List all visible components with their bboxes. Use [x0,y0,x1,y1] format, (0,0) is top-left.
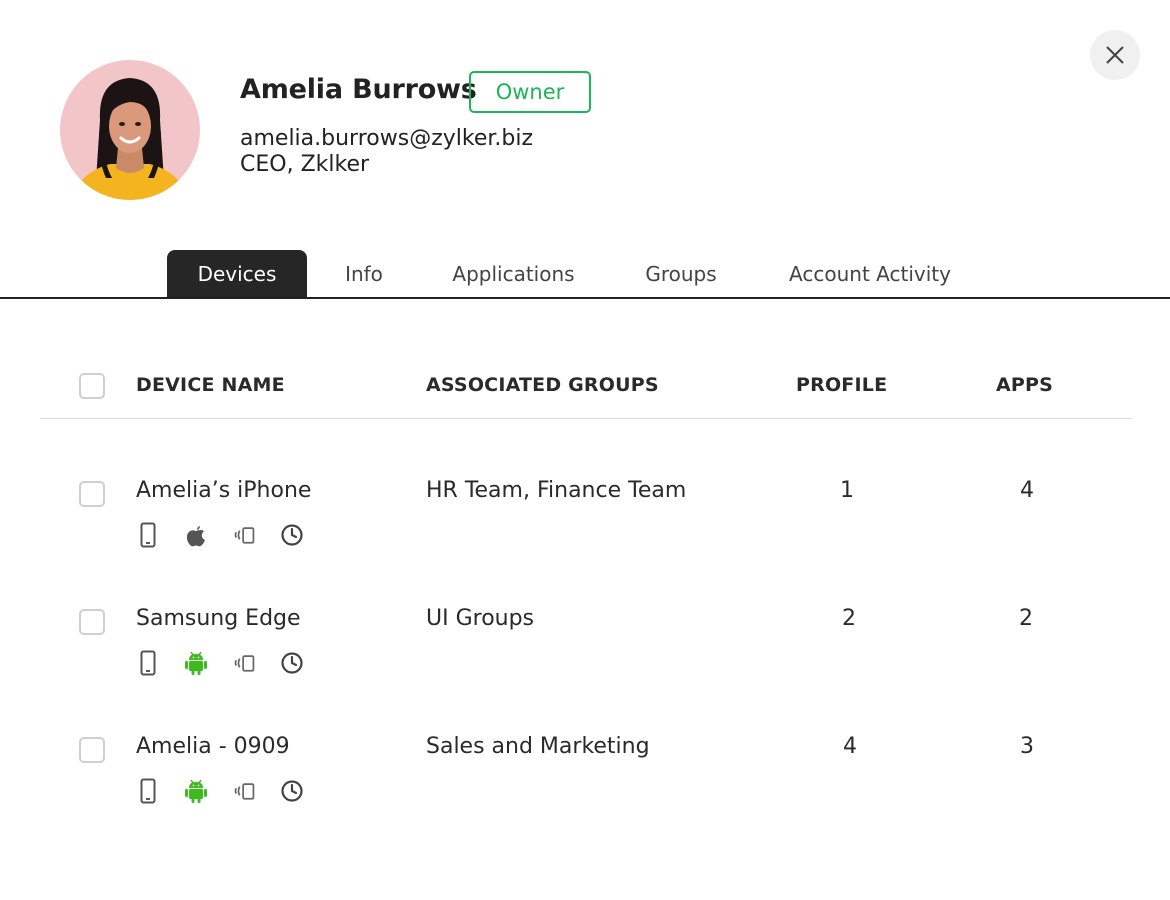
associated-groups: HR Team, Finance Team [426,478,687,503]
role-badge: Owner [469,71,591,113]
profile-count: 2 [842,606,856,631]
column-header-device-name[interactable]: DEVICE NAME [136,374,285,396]
avatar [60,60,200,200]
row-checkbox[interactable] [79,609,105,635]
row-checkbox[interactable] [79,737,105,763]
tab-account-activity[interactable]: Account Activity [772,250,968,298]
tab-applications[interactable]: Applications [432,250,595,298]
smartphone-icon [136,522,160,548]
column-header-profile[interactable]: PROFILE [796,374,887,396]
device-status-icons [136,650,328,676]
tab-devices[interactable]: Devices [167,250,307,298]
smartphone-icon [136,650,160,676]
tab-info[interactable]: Info [325,250,403,298]
close-icon [1106,46,1124,64]
apple-icon [184,522,208,548]
device-name[interactable]: Amelia’s iPhone [136,478,311,503]
apps-count: 2 [1019,606,1033,631]
device-status-icons [136,522,328,548]
apps-count: 4 [1020,478,1034,503]
device-name[interactable]: Samsung Edge [136,606,301,631]
remote-control-icon [232,650,256,676]
column-header-associated-groups[interactable]: ASSOCIATED GROUPS [426,374,659,396]
profile-count: 4 [843,734,857,759]
device-status-icons [136,778,328,804]
smartphone-icon [136,778,160,804]
select-all-checkbox[interactable] [79,373,105,399]
user-job-title: CEO, Zklker [240,152,370,177]
column-header-apps[interactable]: APPS [996,374,1053,396]
remote-control-icon [232,778,256,804]
table-header-divider [40,418,1132,419]
row-checkbox[interactable] [79,481,105,507]
close-button[interactable] [1090,30,1140,80]
clock-icon [280,650,304,676]
apps-count: 3 [1020,734,1034,759]
clock-icon [280,778,304,804]
profile-count: 1 [840,478,854,503]
device-name[interactable]: Amelia - 0909 [136,734,290,759]
android-icon [184,778,208,804]
associated-groups: UI Groups [426,606,535,631]
remote-control-icon [232,522,256,548]
tab-groups[interactable]: Groups [628,250,734,298]
user-details-panel: Amelia Burrows Owner amelia.burrows@zylk… [0,0,1170,900]
clock-icon [280,522,304,548]
android-icon [184,650,208,676]
user-email: amelia.burrows@zylker.biz [240,126,534,151]
user-name: Amelia Burrows [240,74,477,105]
associated-groups: Sales and Marketing [426,734,650,759]
tabs-divider [0,297,1170,299]
